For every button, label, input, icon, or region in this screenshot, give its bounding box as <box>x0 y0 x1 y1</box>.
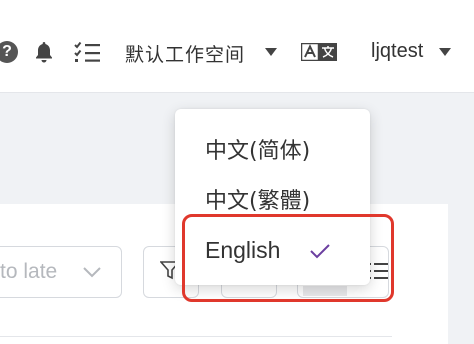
chevron-down-icon[interactable] <box>264 47 278 57</box>
chevron-down-icon[interactable] <box>438 47 452 57</box>
highlight-box <box>182 214 394 302</box>
todo-list-icon[interactable] <box>74 41 102 63</box>
bell-icon[interactable] <box>32 40 56 64</box>
language-option-zh-hant[interactable]: 中文(繁體) <box>205 183 310 215</box>
chevron-down-icon[interactable] <box>82 265 102 279</box>
user-menu[interactable]: ljqtest <box>371 40 423 63</box>
language-option-zh-hans[interactable]: 中文(简体) <box>205 133 310 165</box>
language-icon[interactable] <box>301 43 337 61</box>
divider <box>0 336 392 337</box>
workspace-selector[interactable]: 默认工作空间 <box>125 40 245 66</box>
date-placeholder: to late <box>0 260 58 283</box>
